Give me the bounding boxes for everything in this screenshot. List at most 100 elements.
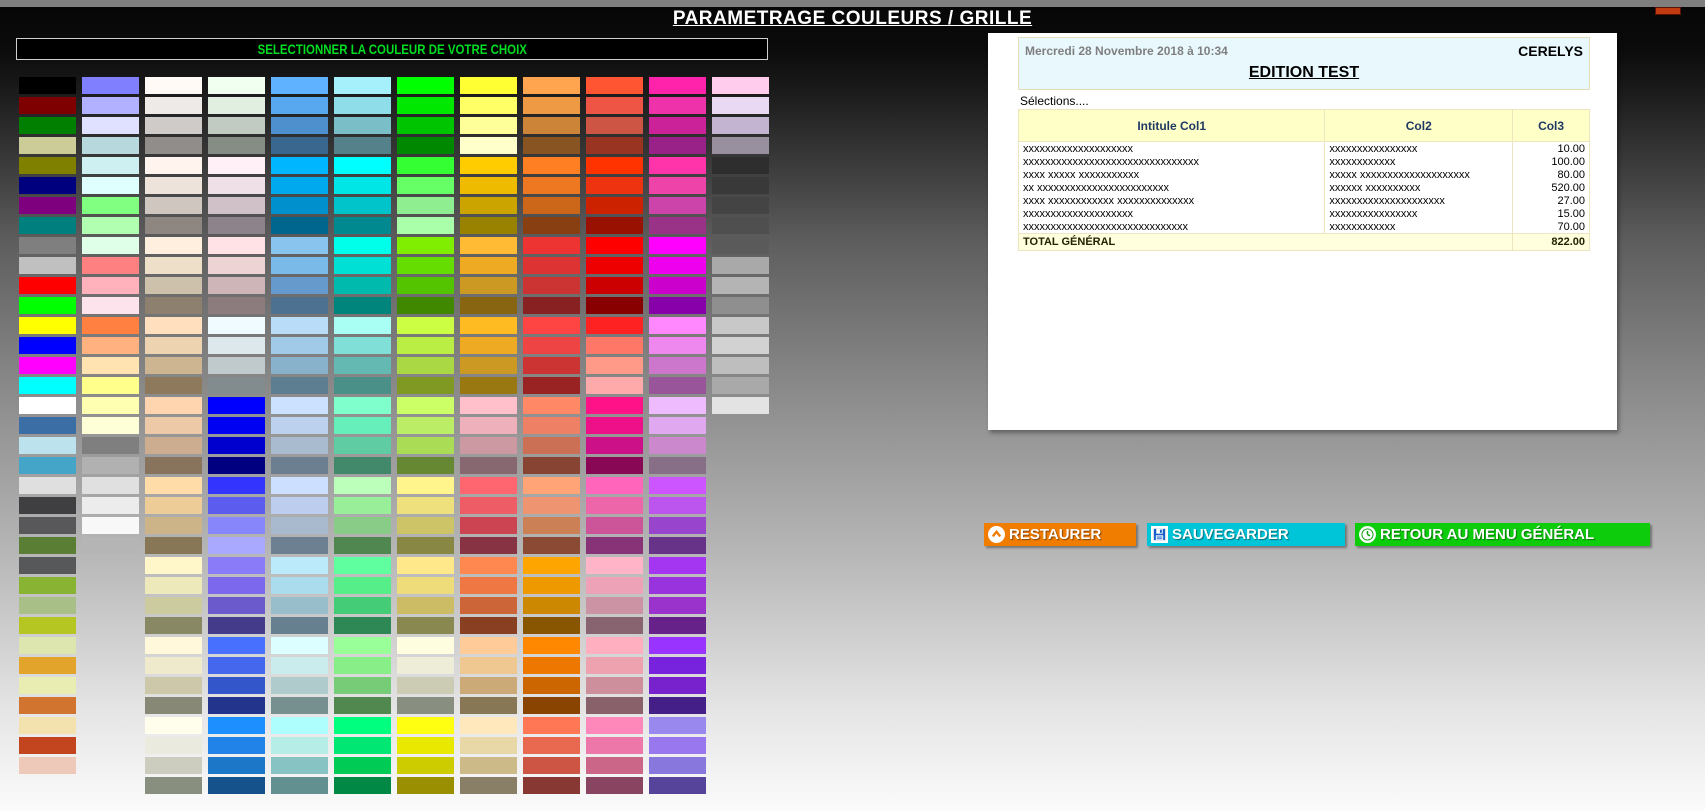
color-swatch[interactable] xyxy=(208,477,265,494)
color-swatch[interactable] xyxy=(271,677,328,694)
color-swatch[interactable] xyxy=(460,357,517,374)
color-swatch[interactable] xyxy=(334,737,391,754)
color-swatch[interactable] xyxy=(649,677,706,694)
color-swatch[interactable] xyxy=(397,617,454,634)
color-swatch[interactable] xyxy=(460,97,517,114)
color-swatch[interactable] xyxy=(19,137,76,154)
color-swatch[interactable] xyxy=(397,657,454,674)
color-swatch[interactable] xyxy=(19,577,76,594)
color-swatch[interactable] xyxy=(19,177,76,194)
color-swatch[interactable] xyxy=(460,577,517,594)
color-swatch[interactable] xyxy=(460,557,517,574)
color-swatch[interactable] xyxy=(649,637,706,654)
color-swatch[interactable] xyxy=(712,357,769,374)
color-swatch[interactable] xyxy=(460,417,517,434)
color-swatch[interactable] xyxy=(649,617,706,634)
color-swatch[interactable] xyxy=(523,517,580,534)
color-swatch[interactable] xyxy=(19,357,76,374)
color-swatch[interactable] xyxy=(712,217,769,234)
color-swatch[interactable] xyxy=(334,317,391,334)
color-swatch[interactable] xyxy=(334,477,391,494)
color-swatch[interactable] xyxy=(586,497,643,514)
color-swatch[interactable] xyxy=(271,297,328,314)
color-swatch[interactable] xyxy=(649,397,706,414)
color-swatch[interactable] xyxy=(19,757,76,774)
color-swatch[interactable] xyxy=(19,157,76,174)
color-swatch[interactable] xyxy=(586,677,643,694)
color-swatch[interactable] xyxy=(82,357,139,374)
color-swatch[interactable] xyxy=(271,217,328,234)
color-swatch[interactable] xyxy=(334,757,391,774)
color-swatch[interactable] xyxy=(523,717,580,734)
color-swatch[interactable] xyxy=(586,357,643,374)
color-swatch[interactable] xyxy=(586,237,643,254)
color-swatch[interactable] xyxy=(145,557,202,574)
color-swatch[interactable] xyxy=(208,217,265,234)
color-swatch[interactable] xyxy=(82,157,139,174)
color-swatch[interactable] xyxy=(523,477,580,494)
color-swatch[interactable] xyxy=(19,637,76,654)
color-swatch[interactable] xyxy=(586,477,643,494)
color-swatch[interactable] xyxy=(712,337,769,354)
color-swatch[interactable] xyxy=(82,217,139,234)
color-swatch[interactable] xyxy=(397,237,454,254)
color-swatch[interactable] xyxy=(649,297,706,314)
color-swatch[interactable] xyxy=(586,657,643,674)
color-swatch[interactable] xyxy=(145,637,202,654)
color-swatch[interactable] xyxy=(208,757,265,774)
color-swatch[interactable] xyxy=(145,197,202,214)
color-swatch[interactable] xyxy=(397,717,454,734)
color-swatch[interactable] xyxy=(460,317,517,334)
color-swatch[interactable] xyxy=(19,597,76,614)
color-swatch[interactable] xyxy=(460,257,517,274)
color-swatch[interactable] xyxy=(460,477,517,494)
color-swatch[interactable] xyxy=(334,597,391,614)
color-swatch[interactable] xyxy=(460,677,517,694)
color-swatch[interactable] xyxy=(460,117,517,134)
color-swatch[interactable] xyxy=(397,317,454,334)
color-swatch[interactable] xyxy=(397,777,454,794)
color-swatch[interactable] xyxy=(460,217,517,234)
color-swatch[interactable] xyxy=(19,337,76,354)
color-swatch[interactable] xyxy=(460,397,517,414)
color-swatch[interactable] xyxy=(82,277,139,294)
color-swatch[interactable] xyxy=(586,517,643,534)
color-swatch[interactable] xyxy=(82,117,139,134)
color-swatch[interactable] xyxy=(523,397,580,414)
color-swatch[interactable] xyxy=(397,337,454,354)
color-swatch[interactable] xyxy=(271,477,328,494)
color-swatch[interactable] xyxy=(649,557,706,574)
color-swatch[interactable] xyxy=(82,437,139,454)
color-swatch[interactable] xyxy=(19,477,76,494)
color-swatch[interactable] xyxy=(19,437,76,454)
color-swatch[interactable] xyxy=(523,657,580,674)
color-swatch[interactable] xyxy=(271,537,328,554)
color-swatch[interactable] xyxy=(397,697,454,714)
color-swatch[interactable] xyxy=(460,717,517,734)
color-swatch[interactable] xyxy=(397,677,454,694)
color-swatch[interactable] xyxy=(145,477,202,494)
color-swatch[interactable] xyxy=(586,117,643,134)
color-swatch[interactable] xyxy=(271,697,328,714)
color-swatch[interactable] xyxy=(712,257,769,274)
color-swatch[interactable] xyxy=(586,77,643,94)
color-swatch[interactable] xyxy=(19,257,76,274)
color-swatch[interactable] xyxy=(586,717,643,734)
color-swatch[interactable] xyxy=(586,537,643,554)
color-swatch[interactable] xyxy=(145,597,202,614)
color-swatch[interactable] xyxy=(334,637,391,654)
color-swatch[interactable] xyxy=(334,457,391,474)
color-swatch[interactable] xyxy=(334,417,391,434)
color-swatch[interactable] xyxy=(208,297,265,314)
color-swatch[interactable] xyxy=(649,477,706,494)
color-swatch[interactable] xyxy=(271,457,328,474)
color-swatch[interactable] xyxy=(271,417,328,434)
color-swatch[interactable] xyxy=(19,77,76,94)
color-swatch[interactable] xyxy=(82,317,139,334)
color-swatch[interactable] xyxy=(586,377,643,394)
color-swatch[interactable] xyxy=(19,397,76,414)
color-swatch[interactable] xyxy=(334,297,391,314)
color-swatch[interactable] xyxy=(397,277,454,294)
color-swatch[interactable] xyxy=(649,657,706,674)
color-swatch[interactable] xyxy=(523,497,580,514)
